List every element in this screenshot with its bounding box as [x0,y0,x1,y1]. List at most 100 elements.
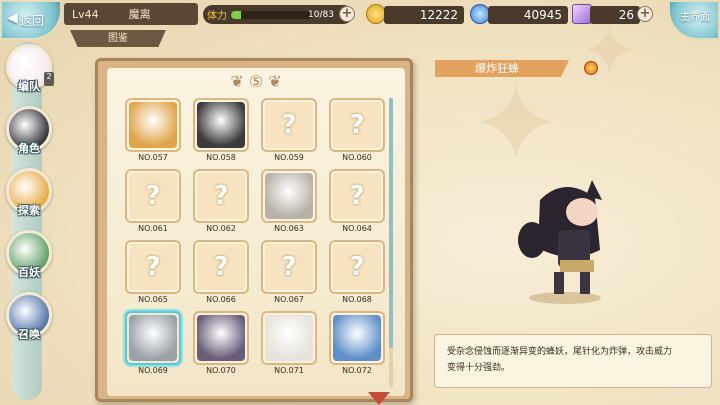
locked-monster-card[interactable]: ? [193,169,249,223]
character-face [566,198,598,226]
monster-number: NO.067 [274,295,304,304]
monster-cell[interactable]: NO.058 [193,98,249,166]
monster-cell[interactable]: ? NO.064 [329,169,385,237]
monster-cell[interactable]: ? NO.067 [261,240,317,308]
stamina-bar: 体力 10/83 [203,5,353,24]
monster-number: NO.061 [138,224,168,233]
monster-card[interactable] [261,169,317,223]
gold-amount: 12222 [384,6,464,24]
monster-portrait [333,315,381,361]
question-mark-icon: ? [281,252,297,282]
monster-portrait [197,102,245,148]
top-bar: ◀ 返回 Lv44 魔离 体力 10/83 + 12222 40945 26 +… [0,0,720,40]
monster-number: NO.062 [206,224,236,233]
stamina-track [231,10,313,19]
nav-label: 角色 [18,142,40,155]
monster-card[interactable] [261,311,317,365]
book-header-ornament: ❦ ⑤ ❦ [230,72,282,91]
crystal-ticket-icon [572,4,592,24]
description-line-2: 变得十分强劲。 [447,363,511,373]
grid-scrollbar[interactable] [389,98,393,388]
star-decoration: ✦ [470,60,563,188]
monster-card[interactable] [125,311,181,365]
player-profile: Lv44 魔离 [64,3,198,25]
monster-number: NO.063 [274,224,304,233]
nav-label: 探索 [18,204,40,217]
locked-monster-card[interactable]: ? [261,240,317,294]
question-mark-icon: ? [213,252,229,282]
back-label: 返回 [20,14,45,28]
nav-item-0[interactable]: 编队 2 [2,44,56,100]
character-illustration [518,180,602,304]
monster-card[interactable] [329,311,385,365]
back-arrow-icon: ◀ [7,10,18,26]
locked-monster-card[interactable]: ? [125,169,181,223]
monster-cell[interactable]: ? NO.061 [125,169,181,237]
grid-scroll-thumb[interactable] [389,98,393,348]
nav-item-3[interactable]: 百妖 [2,230,56,286]
monster-cell[interactable]: ? NO.068 [329,240,385,308]
gold-coin-icon [366,4,386,24]
monster-cell[interactable]: NO.070 [193,311,249,379]
add-crystal-button[interactable]: + [637,6,653,22]
character-tail [518,222,546,258]
monster-number: NO.072 [342,366,372,375]
monster-cell[interactable]: NO.072 [329,311,385,379]
locked-monster-card[interactable]: ? [193,240,249,294]
locked-monster-card[interactable]: ? [329,98,385,152]
question-mark-icon: ? [145,252,161,282]
monster-card[interactable] [193,311,249,365]
locked-monster-card[interactable]: ? [125,240,181,294]
main-menu-label: 主界面 [680,12,710,23]
monster-cell[interactable]: NO.071 [261,311,317,379]
locked-monster-card[interactable]: ? [261,98,317,152]
question-mark-icon: ? [349,252,365,282]
player-name: 魔离 [128,8,151,21]
nav-item-4[interactable]: 召唤 [2,292,56,348]
tab-illustrated-handbook: 图鉴 [70,30,166,47]
monster-portrait [129,315,177,361]
nav-item-1[interactable]: 角色 [2,106,56,162]
character-leg [580,272,590,294]
monster-portrait [265,173,313,219]
locked-monster-card[interactable]: ? [329,240,385,294]
monster-number: NO.057 [138,153,168,162]
stamina-value: 10/83 [308,10,334,20]
monster-number: NO.070 [206,366,236,375]
monster-number: NO.058 [206,153,236,162]
monster-cell[interactable]: ? NO.060 [329,98,385,166]
spirit-gem-icon [470,4,490,24]
monster-cell[interactable]: NO.057 [125,98,181,166]
monster-number: NO.064 [342,224,372,233]
monster-card[interactable] [125,98,181,152]
book-page: ❦ ⑤ ❦ NO.057 NO.058? NO.059? NO.060? NO.061?… [107,68,405,396]
monster-portrait [265,315,313,361]
monster-cell[interactable]: NO.063 [261,169,317,237]
monster-portrait [129,102,177,148]
monster-description: 受杂念侵蚀而逐渐异变的蜂妖，尾针化为炸弹，攻击威力 变得十分强劲。 [434,334,712,388]
monster-number: NO.068 [342,295,372,304]
add-stamina-button[interactable]: + [339,6,355,22]
locked-monster-card[interactable]: ? [329,169,385,223]
gem-amount: 40945 [488,6,568,24]
monster-cell[interactable]: ? NO.059 [261,98,317,166]
monster-cell[interactable]: ? NO.065 [125,240,181,308]
monster-number: NO.066 [206,295,236,304]
monster-number: NO.060 [342,153,372,162]
character-shadow [529,292,601,304]
monster-number: NO.069 [138,366,168,375]
monster-cell[interactable]: NO.069 [125,311,181,379]
nav-label: 百妖 [18,266,40,279]
monster-number: NO.059 [274,153,304,162]
fire-element-icon [584,61,598,75]
monster-portrait [197,315,245,361]
monster-cell[interactable]: ? NO.062 [193,169,249,237]
nav-item-2[interactable]: 探索 [2,168,56,224]
character-leg [554,272,564,294]
monster-name-banner: 爆炸狂蜂 [435,60,569,77]
handbook-book: ❦ ⑤ ❦ NO.057 NO.058? NO.059? NO.060? NO.061?… [95,58,413,402]
character-belt [560,260,594,272]
question-mark-icon: ? [349,110,365,140]
monster-cell[interactable]: ? NO.066 [193,240,249,308]
monster-card[interactable] [193,98,249,152]
